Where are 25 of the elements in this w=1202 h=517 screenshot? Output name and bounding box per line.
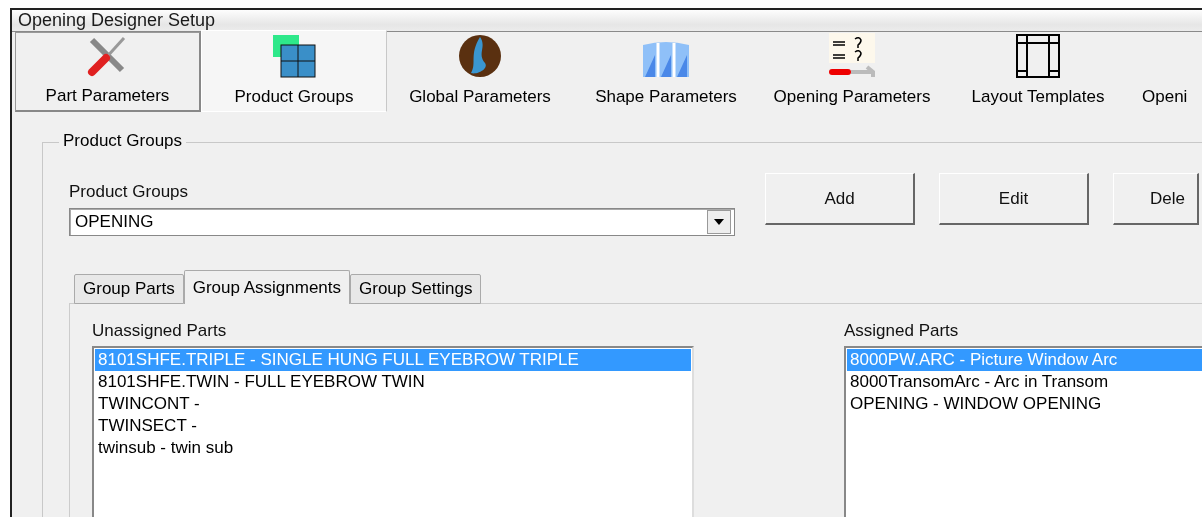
tab[interactable]: Group Settings bbox=[350, 274, 482, 304]
list-label: Unassigned Parts bbox=[92, 321, 228, 341]
grid-icon bbox=[271, 33, 317, 79]
window-title: Opening Designer Setup bbox=[18, 10, 216, 31]
list-item[interactable]: 8101SHFE.TWIN - FULL EYEBROW TWIN bbox=[95, 371, 691, 393]
tab[interactable]: Group Parts bbox=[74, 274, 184, 304]
window-panes-icon bbox=[641, 39, 691, 79]
globe-icon bbox=[457, 33, 503, 79]
tab[interactable]: Group Assignments bbox=[183, 270, 350, 304]
action-button[interactable]: Edit bbox=[939, 173, 1089, 225]
list-item[interactable]: 8000TransomArc - Arc in Transom bbox=[847, 371, 1202, 393]
toolbar-tab[interactable]: Product Groups bbox=[201, 30, 387, 112]
toolbar-tab[interactable]: Part Parameters bbox=[15, 32, 201, 112]
action-button[interactable]: Dele bbox=[1113, 173, 1199, 225]
list-label: Assigned Parts bbox=[844, 321, 960, 341]
product-group-dropdown[interactable]: OPENING bbox=[69, 208, 735, 236]
field-label: Product Groups bbox=[69, 182, 190, 202]
list-item[interactable]: TWINSECT - bbox=[95, 415, 691, 437]
list-item[interactable]: OPENING - WINDOW OPENING bbox=[847, 393, 1202, 415]
list-item[interactable]: TWINCONT - bbox=[95, 393, 691, 415]
list-item[interactable]: twinsub - twin sub bbox=[95, 437, 691, 459]
group-box-title: Product Groups bbox=[59, 131, 187, 151]
action-button[interactable]: Add bbox=[765, 173, 915, 225]
layout-grid-icon bbox=[1015, 33, 1061, 79]
equation-icon bbox=[827, 33, 877, 79]
